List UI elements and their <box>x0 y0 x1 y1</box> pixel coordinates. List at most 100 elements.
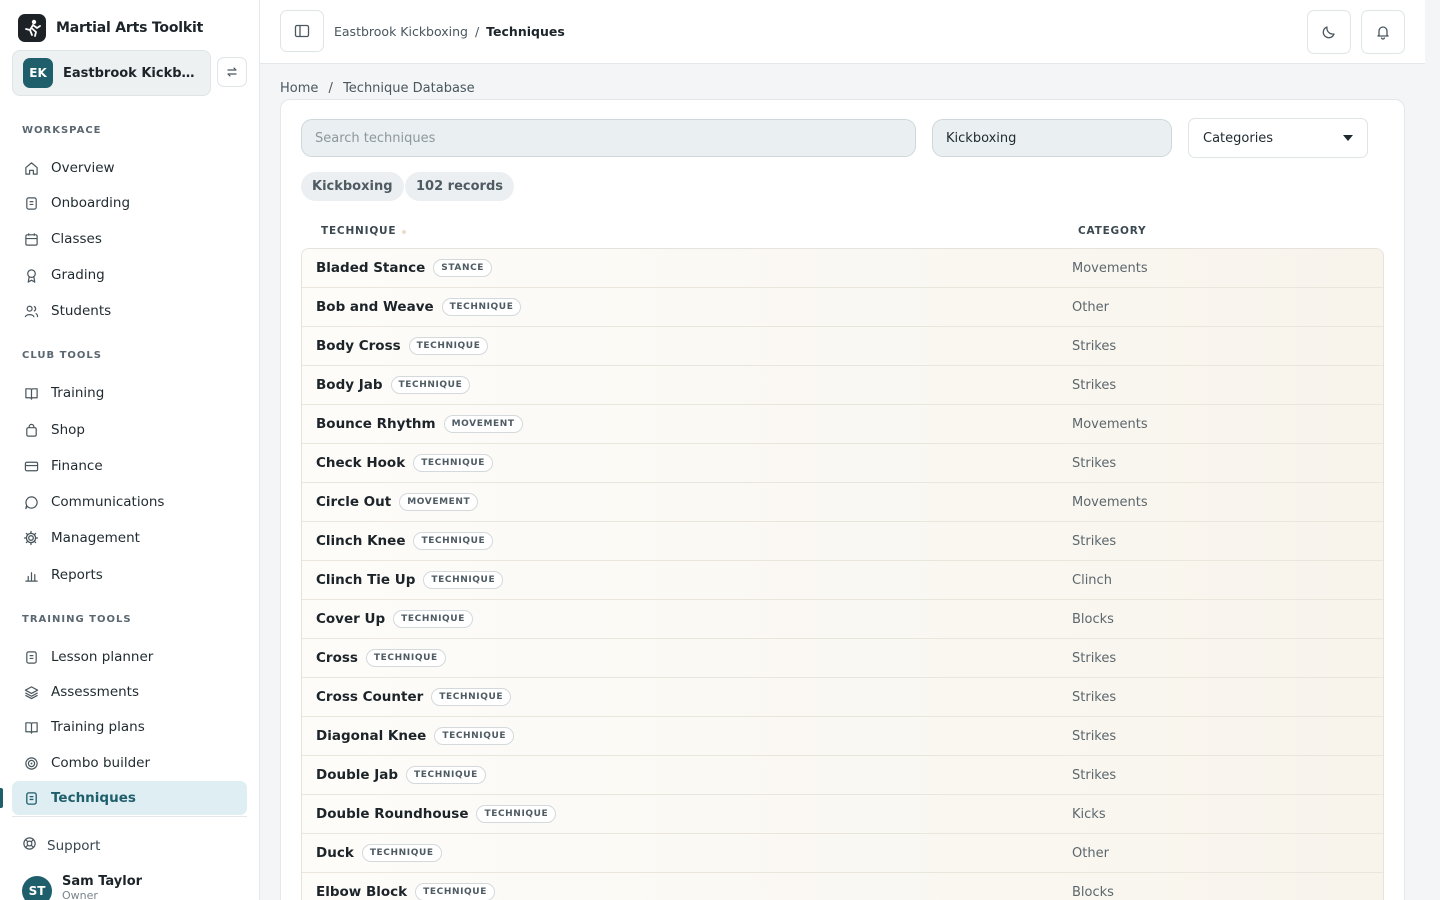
bag-icon <box>23 422 39 438</box>
sidebar-item-combo-builder[interactable]: Combo builder <box>12 746 247 780</box>
notifications-button[interactable] <box>1361 10 1405 54</box>
chat-icon <box>23 494 39 510</box>
bell-icon <box>1377 26 1389 40</box>
table-row[interactable]: Body Cross TECHNIQUE Strikes <box>302 327 1383 366</box>
sidebar-item-label: Grading <box>51 267 105 283</box>
type-badge: TECHNIQUE <box>415 883 495 900</box>
sidebar-item-label: Training plans <box>51 719 145 735</box>
technique-category: Strikes <box>1072 455 1117 471</box>
user-name: Sam Taylor <box>62 874 143 889</box>
type-badge: TECHNIQUE <box>441 298 522 316</box>
techniques-table: Bladed Stance STANCE Movements Bob and Wea… <box>301 248 1384 900</box>
sidebar-item-reports[interactable]: Reports <box>12 558 247 592</box>
theme-toggle-button[interactable] <box>1307 10 1351 54</box>
sidebar-item-training[interactable]: Training <box>12 376 247 410</box>
technique-category: Other <box>1072 845 1109 861</box>
sidebar-item-students[interactable]: Students <box>12 294 247 328</box>
technique-category: Strikes <box>1072 377 1117 393</box>
technique-category: Strikes <box>1072 650 1117 666</box>
brand[interactable]: Martial Arts Toolkit <box>18 14 203 42</box>
style-filter-value: Kickboxing <box>946 130 1017 146</box>
breadcrumb-current: Techniques <box>486 24 565 39</box>
panel-left-icon <box>294 24 310 38</box>
table-row[interactable]: Diagonal Knee TECHNIQUE Strikes <box>302 717 1383 756</box>
sidebar-item-onboarding[interactable]: Onboarding <box>12 186 247 220</box>
breadcrumb-separator: / <box>474 24 480 39</box>
table-row[interactable]: Double Roundhouse TECHNIQUE Kicks <box>302 795 1383 834</box>
technique-name: Cover Up <box>316 611 386 627</box>
target-icon <box>23 755 39 771</box>
sidebar-item-grading[interactable]: Grading <box>12 258 247 292</box>
user-profile[interactable]: ST Sam Taylor Owner <box>22 874 142 900</box>
club-switcher[interactable]: EK Eastbrook Kickboxing <box>12 50 211 96</box>
table-row[interactable]: Clinch Tie Up TECHNIQUE Clinch <box>302 561 1383 600</box>
type-badge: TECHNIQUE <box>406 766 486 784</box>
sidebar-item-shop[interactable]: Shop <box>12 413 247 447</box>
sidebar-item-management[interactable]: Management <box>12 521 247 555</box>
table-row[interactable]: Bob and Weave TECHNIQUE Other <box>302 288 1383 327</box>
column-header-category[interactable]: CATEGORY <box>1078 225 1146 237</box>
active-indicator <box>0 788 3 808</box>
technique-category: Movements <box>1072 416 1148 432</box>
table-row[interactable]: Duck TECHNIQUE Other <box>302 834 1383 873</box>
switch-club-button[interactable] <box>217 57 247 87</box>
app-name: Martial Arts Toolkit <box>56 20 204 36</box>
technique-category: Movements <box>1072 494 1148 510</box>
table-row[interactable]: Body Jab TECHNIQUE Strikes <box>302 366 1383 405</box>
table-row[interactable]: Double Jab TECHNIQUE Strikes <box>302 756 1383 795</box>
technique-name: Bob and Weave <box>316 299 434 315</box>
breadcrumb-home[interactable]: Home <box>280 81 318 96</box>
club-name: Eastbrook Kickboxing <box>63 65 203 81</box>
sidebar-toggle-button[interactable] <box>280 10 324 52</box>
search-input[interactable] <box>301 119 916 157</box>
breadcrumb-separator: / <box>328 81 333 96</box>
technique-name: Duck <box>316 845 354 861</box>
user-role: Owner <box>62 889 98 900</box>
sidebar-item-label: Shop <box>51 422 85 438</box>
table-row[interactable]: Clinch Knee TECHNIQUE Strikes <box>302 522 1383 561</box>
section-title-club-tools: CLUB TOOLS <box>22 350 102 361</box>
technique-category: Strikes <box>1072 533 1117 549</box>
sidebar-item-communications[interactable]: Communications <box>12 485 247 519</box>
type-badge: TECHNIQUE <box>393 610 473 628</box>
swap-arrows-icon <box>227 67 237 77</box>
support-link[interactable]: Support <box>22 836 100 855</box>
technique-category: Blocks <box>1072 611 1114 627</box>
breadcrumb-club[interactable]: Eastbrook Kickboxing <box>334 24 468 39</box>
sidebar-item-label: Assessments <box>51 684 140 700</box>
column-header-technique[interactable]: TECHNIQUE <box>321 225 396 237</box>
sidebar-item-overview[interactable]: Overview <box>12 151 247 185</box>
table-row[interactable]: Cross TECHNIQUE Strikes <box>302 639 1383 678</box>
style-filter-input[interactable]: Kickboxing <box>932 119 1172 157</box>
gear-icon <box>23 530 39 546</box>
technique-name: Cross <box>316 650 358 666</box>
table-row[interactable]: Circle Out MOVEMENT Movements <box>302 483 1383 522</box>
category-select[interactable]: Categories <box>1188 118 1368 158</box>
technique-category: Other <box>1072 299 1109 315</box>
sidebar-item-lesson-planner[interactable]: Lesson planner <box>12 640 247 674</box>
sidebar-item-label: Overview <box>51 160 115 176</box>
table-row[interactable]: Check Hook TECHNIQUE Strikes <box>302 444 1383 483</box>
table-row[interactable]: Cross Counter TECHNIQUE Strikes <box>302 678 1383 717</box>
sidebar-item-training-plans[interactable]: Training plans <box>12 710 247 744</box>
section-title-training-tools: TRAINING TOOLS <box>22 614 132 625</box>
sidebar-item-techniques[interactable]: Techniques <box>12 781 247 815</box>
sidebar-item-classes[interactable]: Classes <box>12 222 247 256</box>
table-row[interactable]: Cover Up TECHNIQUE Blocks <box>302 600 1383 639</box>
table-row[interactable]: Bounce Rhythm MOVEMENT Movements <box>302 405 1383 444</box>
award-icon <box>23 267 39 283</box>
table-row[interactable]: Elbow Block TECHNIQUE Blocks <box>302 873 1383 900</box>
table-row[interactable]: Bladed Stance STANCE Movements <box>302 249 1383 288</box>
avatar: ST <box>22 876 52 900</box>
layers-icon <box>23 684 39 700</box>
martial-arts-logo-icon <box>18 14 46 42</box>
clipboard-icon <box>23 195 39 211</box>
technique-name: Elbow Block <box>316 884 408 900</box>
type-badge: TECHNIQUE <box>365 649 446 667</box>
sidebar-item-label: Communications <box>51 494 165 510</box>
sidebar-item-assessments[interactable]: Assessments <box>12 675 247 709</box>
sidebar-item-finance[interactable]: Finance <box>12 449 247 483</box>
type-badge: TECHNIQUE <box>431 688 512 706</box>
sidebar: Martial Arts Toolkit EK Eastbrook Kickbo… <box>0 0 260 900</box>
record-count-chip: 102 records <box>405 172 514 201</box>
